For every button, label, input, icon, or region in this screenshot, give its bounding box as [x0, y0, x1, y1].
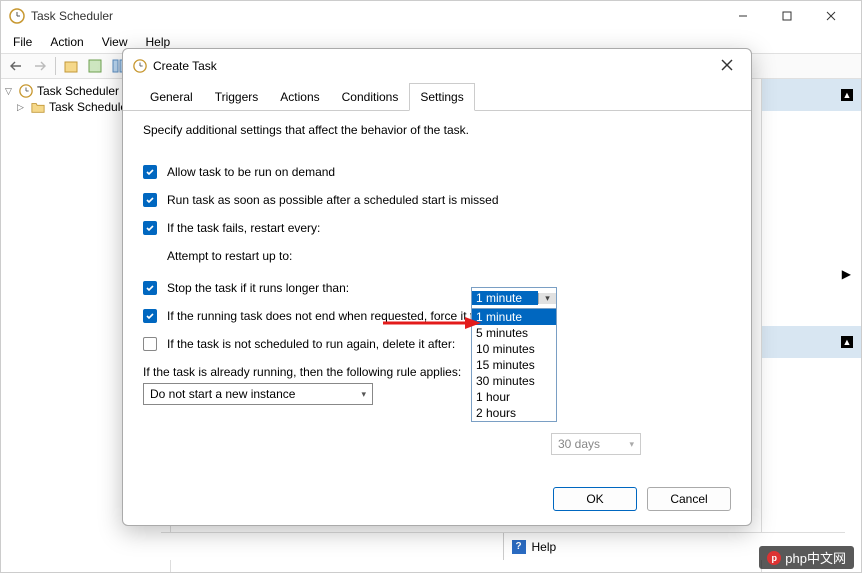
toolbar-icon-2[interactable] [84, 55, 106, 77]
forward-button[interactable] [29, 55, 51, 77]
checkbox-delete-after[interactable] [143, 337, 157, 351]
back-button[interactable] [5, 55, 27, 77]
dropdown-list: 1 minute 5 minutes 10 minutes 15 minutes… [472, 308, 556, 421]
cancel-button[interactable]: Cancel [647, 487, 731, 511]
menu-action[interactable]: Action [42, 33, 91, 51]
maximize-button[interactable] [765, 1, 809, 31]
actions-pane: ▲ ▶ ▲ [761, 79, 861, 572]
label-already-running: If the task is already running, then the… [143, 365, 731, 379]
status-bar: ? Help [161, 532, 845, 560]
chevron-down-icon: ▾ [629, 439, 634, 450]
actions-header-bottom: ▲ [762, 326, 861, 358]
delete-after-value: 30 days [558, 437, 600, 451]
caret-icon: ▷ [17, 102, 27, 113]
dialog-title: Create Task [153, 59, 713, 73]
tree-child-label: Task Schedule [49, 100, 127, 114]
dialog-buttons: OK Cancel [123, 473, 751, 525]
tab-conditions[interactable]: Conditions [331, 83, 410, 111]
watermark: p php中文网 [759, 546, 854, 569]
actions-body: ▶ [762, 111, 861, 326]
row-restart-every: If the task fails, restart every: [143, 221, 731, 235]
label-run-asap: Run task as soon as possible after a sch… [167, 193, 499, 207]
tab-strip: General Triggers Actions Conditions Sett… [123, 83, 751, 111]
dropdown-option[interactable]: 10 minutes [472, 341, 556, 357]
dialog-close-button[interactable] [713, 54, 741, 78]
dropdown-option[interactable]: 5 minutes [472, 325, 556, 341]
close-button[interactable] [809, 1, 853, 31]
tab-triggers[interactable]: Triggers [204, 83, 270, 111]
caret-icon: ▽ [5, 86, 15, 97]
collapse-icon[interactable]: ▲ [841, 336, 853, 348]
checkbox-force-stop[interactable] [143, 309, 157, 323]
row-force-stop: If the running task does not end when re… [143, 309, 731, 323]
label-stop-longer: Stop the task if it runs longer than: [167, 281, 349, 295]
dialog-body: Specify additional settings that affect … [123, 111, 751, 473]
dropdown-option[interactable]: 1 minute [472, 309, 556, 325]
settings-description: Specify additional settings that affect … [143, 123, 731, 137]
row-delete-after: If the task is not scheduled to run agai… [143, 337, 731, 351]
separator [55, 57, 56, 75]
label-delete-after: If the task is not scheduled to run agai… [167, 337, 455, 351]
watermark-text: php中文网 [785, 548, 846, 567]
collapse-icon[interactable]: ▲ [841, 89, 853, 101]
row-stop-longer: Stop the task if it runs longer than: [143, 281, 731, 295]
status-left [161, 533, 504, 560]
tab-general[interactable]: General [139, 83, 204, 111]
label-allow-on-demand: Allow task to be run on demand [167, 165, 335, 179]
ok-button[interactable]: OK [553, 487, 637, 511]
label-attempt-up-to: Attempt to restart up to: [167, 249, 292, 263]
create-task-dialog: Create Task General Triggers Actions Con… [122, 48, 752, 526]
clock-icon [9, 8, 25, 24]
folder-icon [31, 100, 45, 114]
help-label: Help [532, 540, 557, 554]
select-value: 1 minute [472, 291, 538, 305]
rule-select[interactable]: Do not start a new instance ▾ [143, 383, 373, 405]
label-force-stop: If the running task does not end when re… [167, 309, 493, 323]
window-controls [721, 1, 853, 31]
row-attempt-up-to: Attempt to restart up to: [167, 249, 731, 263]
chevron-down-icon: ▾ [361, 389, 366, 400]
main-title: Task Scheduler [31, 9, 721, 23]
checkbox-allow-on-demand[interactable] [143, 165, 157, 179]
help-icon: ? [512, 540, 526, 554]
dropdown-option[interactable]: 30 minutes [472, 373, 556, 389]
clock-icon [19, 84, 33, 98]
checkbox-stop-longer[interactable] [143, 281, 157, 295]
main-titlebar: Task Scheduler [1, 1, 861, 31]
restart-every-select[interactable]: 1 minute ▾ 1 minute 5 minutes 10 minutes… [471, 287, 557, 422]
label-restart-every: If the task fails, restart every: [167, 221, 320, 235]
menu-file[interactable]: File [5, 33, 40, 51]
checkbox-restart-every[interactable] [143, 221, 157, 235]
dropdown-option[interactable]: 2 hours [472, 405, 556, 421]
row-allow-on-demand: Allow task to be run on demand [143, 165, 731, 179]
tab-settings[interactable]: Settings [409, 83, 474, 111]
tab-actions[interactable]: Actions [269, 83, 330, 111]
delete-after-select: 30 days ▾ [551, 433, 641, 455]
checkbox-run-asap[interactable] [143, 193, 157, 207]
rule-select-value: Do not start a new instance [150, 387, 295, 401]
chevron-down-icon[interactable]: ▾ [538, 293, 556, 304]
row-run-asap: Run task as soon as possible after a sch… [143, 193, 731, 207]
actions-header-top: ▲ [762, 79, 861, 111]
select-display: 1 minute ▾ [472, 288, 556, 308]
dialog-titlebar: Create Task [123, 49, 751, 83]
watermark-icon: p [767, 551, 781, 565]
clock-icon [133, 59, 147, 73]
dropdown-option[interactable]: 15 minutes [472, 357, 556, 373]
tree-root-label: Task Scheduler (L [37, 84, 133, 98]
toolbar-icon-1[interactable] [60, 55, 82, 77]
actions-scroll[interactable]: ▶ [762, 261, 861, 287]
minimize-button[interactable] [721, 1, 765, 31]
dropdown-option[interactable]: 1 hour [472, 389, 556, 405]
